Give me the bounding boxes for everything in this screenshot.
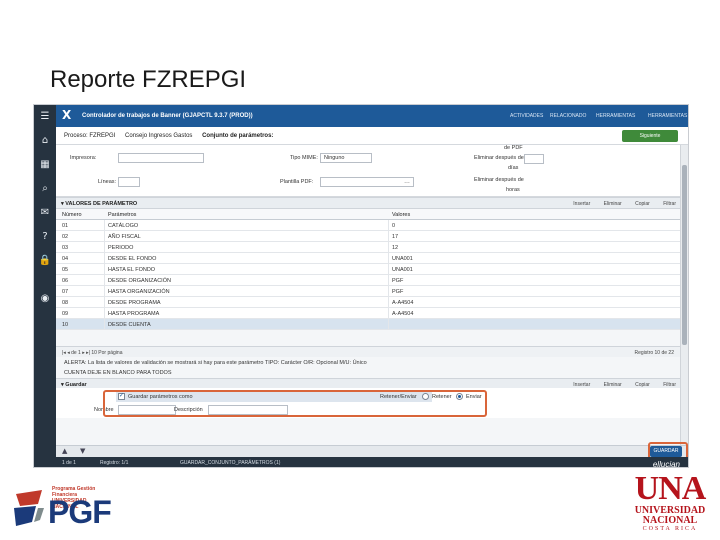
bottom-action-bar: ▲ ▼ (56, 445, 688, 457)
table-row[interactable]: 05 HASTA EL FONDO UNA001 (56, 264, 680, 275)
pgf-logo: Programa Gestión Financiera UNIVERSIDAD … (12, 480, 112, 536)
delete-after-label: Eliminar después de (474, 155, 524, 161)
mime-type-select[interactable]: Ninguno (320, 153, 372, 163)
breadcrumb-process: Proceso: FZREPGI (64, 133, 116, 139)
section-tools: Insertar Eliminar Copiar Filtrar (561, 201, 676, 207)
tools-menu[interactable]: HERRAMIENTAS (596, 113, 635, 119)
search-icon[interactable]: ⌕ (34, 177, 56, 201)
page-count: de 1 (71, 350, 81, 356)
status-block: GUARDAR_CONJUNTO_PARÁMETROS (1) (180, 460, 281, 466)
ellipsis-icon[interactable]: … (404, 178, 410, 187)
home-icon[interactable]: ⌂ (34, 129, 56, 153)
ellucian-logo: ellucian (652, 460, 680, 468)
delete-after-input[interactable] (524, 154, 544, 164)
parameter-table: Número Parámetros Valores 01 CATÁLOGO 0 02… (56, 209, 680, 330)
column-number[interactable]: Número (62, 212, 82, 218)
help-icon[interactable]: ? (34, 225, 56, 249)
vertical-scrollbar[interactable] (680, 145, 688, 445)
una-line-3: COSTA RICA (642, 526, 698, 532)
delete-after-hours-label: horas (506, 187, 520, 193)
left-sidebar: ☰ ⌂ ▦ ⌕ ✉ ? 🔒 ◉ (34, 105, 56, 467)
scrollbar-thumb[interactable] (682, 165, 687, 345)
slide-title: Reporte FZREPGI (50, 66, 247, 93)
table-row[interactable]: 02 AÑO FISCAL 17 (56, 231, 680, 242)
table-row[interactable]: 06 DESDE ORGANIZACIÓN PGF (56, 275, 680, 286)
lines-label: Líneas: (98, 179, 117, 185)
user-icon[interactable]: ◉ (34, 287, 56, 311)
close-icon[interactable]: X (62, 108, 71, 122)
table-row[interactable]: 01 CATÁLOGO 0 (56, 220, 680, 231)
printer-label: Impresora: (70, 155, 97, 161)
una-wordmark: UNA (634, 470, 707, 507)
insert-button[interactable]: Insertar (573, 201, 590, 207)
next-button[interactable]: Siguiente (622, 130, 678, 142)
column-values[interactable]: Valores (392, 212, 410, 218)
notifications-icon[interactable]: ✉ (34, 201, 56, 225)
mime-type-label: Tipo MIME: (290, 155, 318, 161)
status-page: 1 de 1 (62, 460, 76, 466)
window-title: Controlador de trabajos de Banner (GJAPC… (82, 113, 253, 119)
lock-icon[interactable]: 🔒 (34, 249, 56, 273)
table-row[interactable]: 08 DESDE PROGRAMA A-A4504 (56, 297, 680, 308)
filter-button[interactable]: Filtrar (663, 201, 676, 207)
activities-menu[interactable]: ACTIVIDADES (510, 113, 543, 119)
delete-button[interactable]: Eliminar (604, 201, 622, 207)
menu-icon[interactable]: ☰ (34, 105, 56, 129)
column-parameters[interactable]: Parámetros (108, 212, 136, 218)
delete-after-days-label: días (508, 165, 519, 171)
next-page-icon[interactable]: ▸ ▸| (82, 350, 91, 356)
una-logo: UNA UNIVERSIDAD NACIONAL COSTA RICA (628, 472, 712, 536)
pdf-label: de PDF (504, 145, 523, 151)
pdf-template-label: Plantilla PDF: (280, 179, 314, 185)
lines-input[interactable] (118, 177, 140, 187)
tools-menu-2[interactable]: HERRAMIENTAS (648, 113, 687, 119)
record-count: Registro 10 de 22 (634, 350, 674, 356)
table-header: Número Parámetros Valores (56, 209, 680, 220)
copy-button[interactable]: Copiar (635, 201, 650, 207)
pgf-wordmark: PGF (48, 494, 112, 530)
status-bar: 1 de 1 Registro: 1/1 GUARDAR_CONJUNTO_PA… (56, 457, 688, 468)
pagination: |◂ ◂ de 1 ▸ ▸| 10 Por página Registro 10… (56, 346, 680, 357)
related-menu[interactable]: RELACIONADO (550, 113, 586, 119)
una-line-2: NACIONAL (642, 515, 698, 526)
app-screenshot: ☰ ⌂ ▦ ⌕ ✉ ? 🔒 ◉ X Controlador de trabajo… (33, 104, 689, 468)
per-page-select[interactable]: 10 Por página (91, 350, 122, 356)
status-record: Registro: 1/1 (100, 460, 129, 466)
printer-input[interactable] (118, 153, 204, 163)
pgf-emblem-icon (14, 490, 44, 526)
pdf-template-select[interactable]: … (320, 177, 414, 187)
table-row[interactable]: 07 HASTA ORGANIZACIÓN PGF (56, 286, 680, 297)
table-row[interactable]: 04 DESDE EL FONDO UNA001 (56, 253, 680, 264)
parameter-values-header: ▾ VALORES DE PARÁMETRO Insertar Eliminar… (56, 197, 680, 209)
print-options-form: Impresora: Líneas: Tipo MIME: Ninguno Pl… (56, 145, 680, 197)
top-bar: X Controlador de trabajos de Banner (GJA… (56, 105, 688, 127)
breadcrumb-param-set: Conjunto de parámetros: (202, 133, 274, 139)
mime-type-value: Ninguno (324, 155, 345, 161)
validation-note: ALERTA: La lista de valores de validació… (64, 360, 367, 366)
table-row[interactable]: 03 PERIODO 12 (56, 242, 680, 253)
table-row[interactable]: 09 HASTA PROGRAMA A-A4504 (56, 308, 680, 319)
grid-icon[interactable]: ▦ (34, 153, 56, 177)
account-note: CUENTA DEJE EN BLANCO PARA TODOS (64, 370, 172, 376)
last-record-icon[interactable]: ▼ (80, 447, 85, 455)
breadcrumb: Proceso: FZREPGI Consejo Ingresos Gastos… (56, 127, 688, 145)
first-page-icon[interactable]: |◂ ◂ (62, 350, 71, 356)
delete-after-label-2: Eliminar después de (474, 177, 524, 183)
slide: Reporte FZREPGI ☰ ⌂ ▦ ⌕ ✉ ? 🔒 ◉ X Contro… (0, 0, 720, 540)
table-row-selected[interactable]: 10 DESDE CUENTA (56, 319, 680, 330)
first-record-icon[interactable]: ▲ (62, 447, 67, 455)
breadcrumb-description: Consejo Ingresos Gastos (125, 133, 193, 139)
highlight-save-options (103, 390, 487, 417)
